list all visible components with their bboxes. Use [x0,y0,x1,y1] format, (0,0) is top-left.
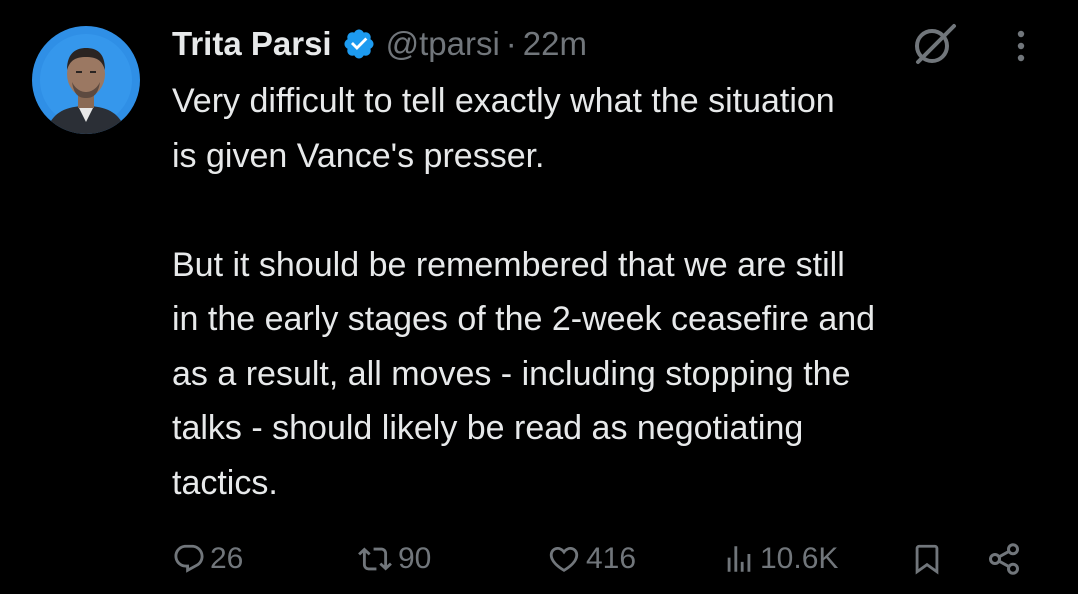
views-icon [722,542,756,576]
views-count: 10.6K [760,542,839,575]
handle[interactable]: @tparsi [386,25,500,63]
retweet-button[interactable]: 90 [356,534,431,584]
tweet-header: Trita Parsi @tparsi · 22m [172,20,587,68]
share-icon [986,541,1022,577]
verified-badge-icon [342,27,376,61]
more-icon[interactable] [1006,24,1036,68]
tweet-line: is given Vance's presser. [172,136,545,175]
tweet-line: But it should be remembered that we are … [172,245,845,284]
heart-icon [546,542,582,576]
timestamp[interactable]: 22m [523,25,587,63]
reply-count: 26 [210,542,244,575]
tweet-line: as a result, all moves - including stopp… [172,354,851,393]
reply-icon [172,542,206,576]
share-button[interactable] [986,534,1022,584]
views-button[interactable]: 10.6K [722,534,838,584]
like-count: 416 [586,542,637,575]
reply-button[interactable]: 26 [172,534,243,584]
tweet[interactable]: Trita Parsi @tparsi · 22m Very difficult… [0,0,1078,594]
retweet-icon [356,542,394,576]
tweet-line: talks - should likely be read as negotia… [172,409,804,447]
action-bar: 26 90 416 10.6K [0,534,1078,584]
bookmark-button[interactable] [910,534,944,584]
avatar[interactable] [32,26,140,134]
tweet-line: in the early stages of the 2-week ceasef… [172,300,876,338]
like-button[interactable]: 416 [546,534,636,584]
bookmark-icon [910,540,944,578]
tweet-line: Very difficult to tell exactly what the … [172,82,835,120]
tweet-text: Very difficult to tell exactly what the … [172,74,1062,510]
display-name[interactable]: Trita Parsi [172,25,332,63]
separator-dot: · [505,25,517,62]
retweet-count: 90 [398,542,432,575]
grok-icon[interactable] [906,20,960,68]
tweet-line: tactics. [172,463,278,502]
